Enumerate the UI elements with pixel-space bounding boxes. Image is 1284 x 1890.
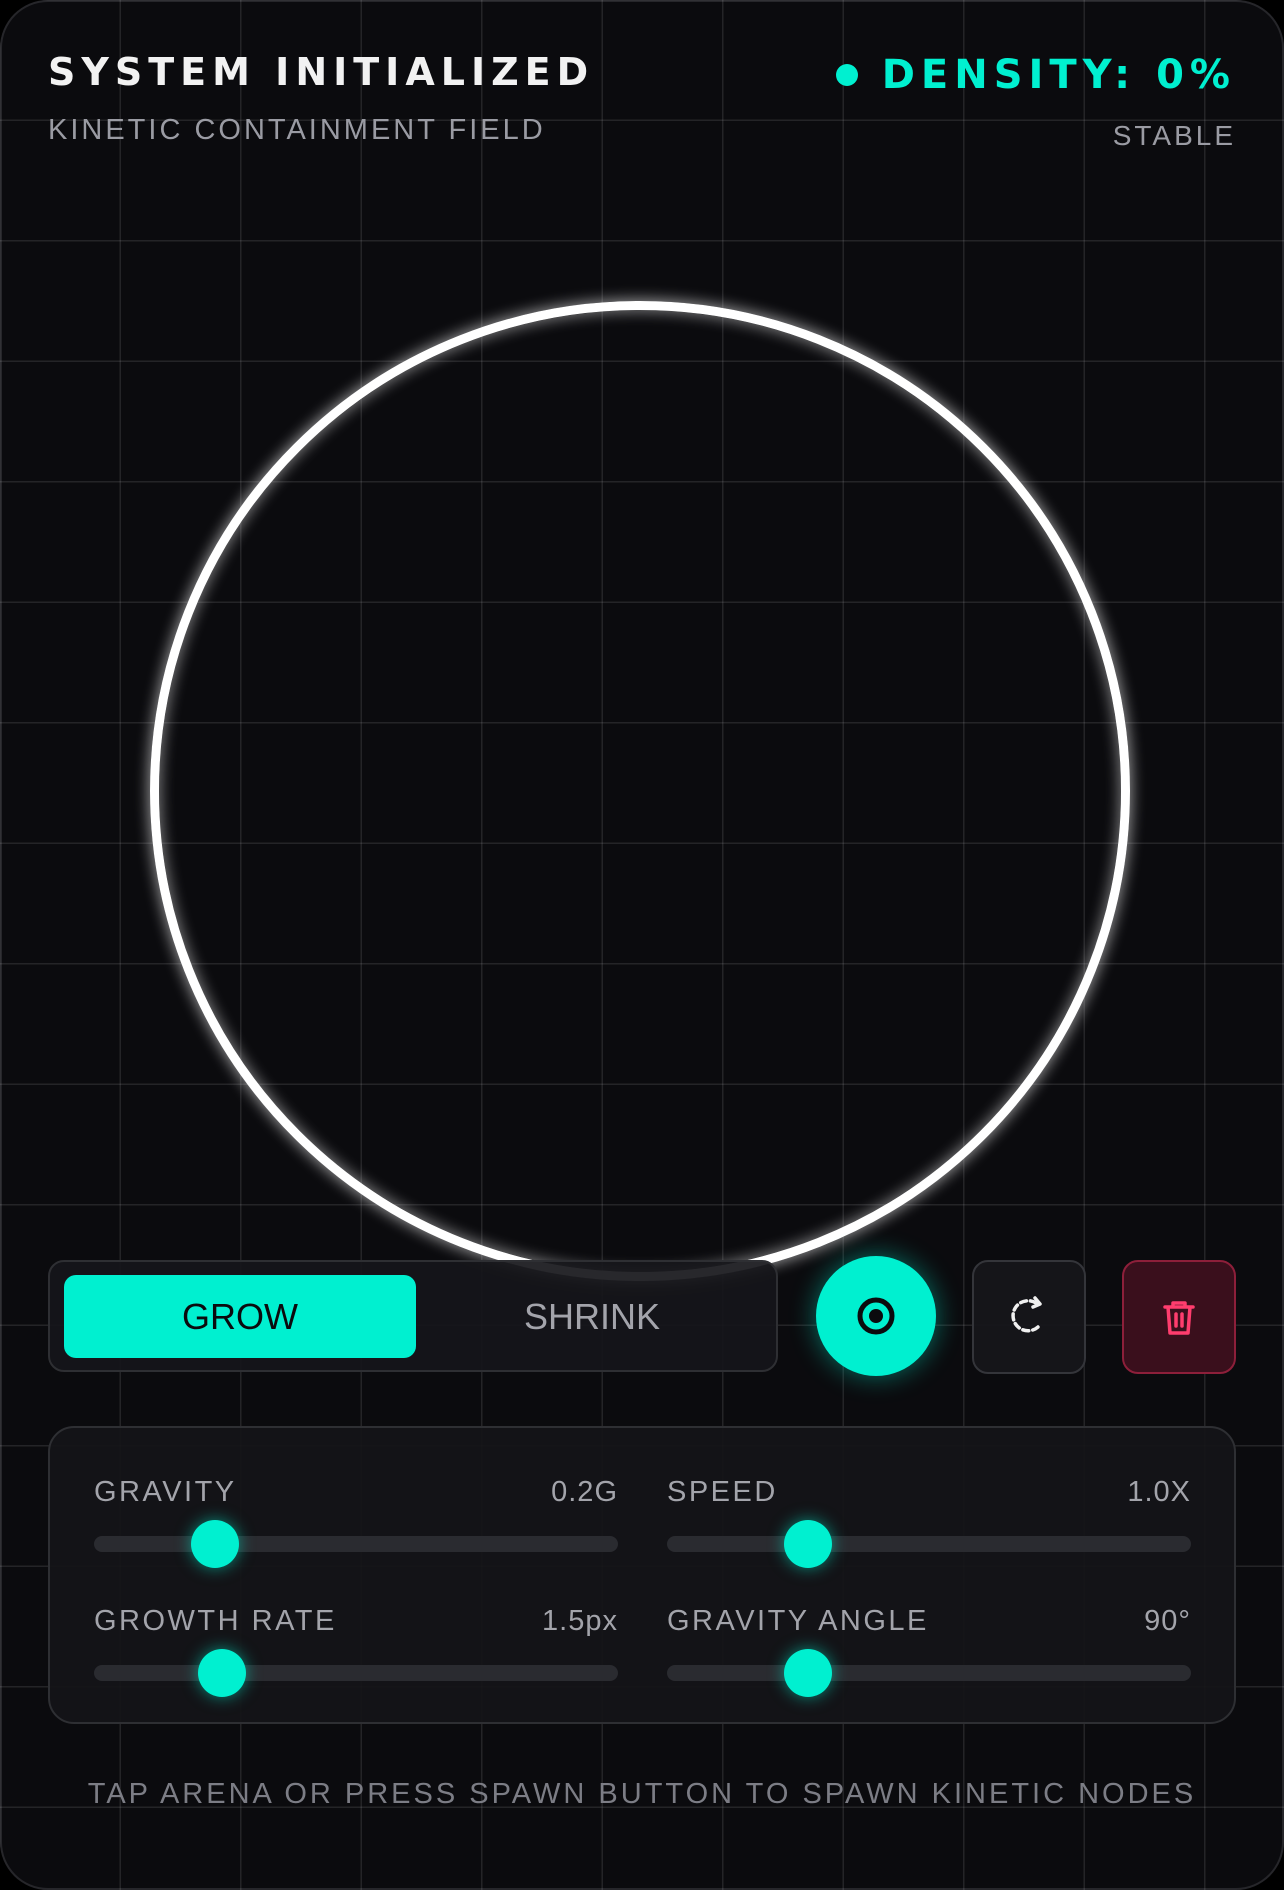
- gravity-slider: GRAVITY 0.2G: [94, 1476, 618, 1576]
- growth-rate-slider: GROWTH RATE 1.5px: [94, 1605, 618, 1705]
- spawn-button[interactable]: [816, 1256, 936, 1376]
- slider-value: 0.2G: [551, 1476, 618, 1508]
- slider-value: 90°: [1144, 1605, 1191, 1637]
- footer-hint: TAP ARENA OR PRESS SPAWN BUTTON TO SPAWN…: [87, 1778, 1197, 1810]
- slider-label: GROWTH RATE: [94, 1605, 337, 1637]
- slider-track[interactable]: [667, 1649, 1191, 1697]
- slider-label: GRAVITY: [94, 1476, 237, 1508]
- gravity-angle-slider: GRAVITY ANGLE 90°: [667, 1605, 1191, 1705]
- slider-track[interactable]: [94, 1520, 618, 1568]
- controls: GROW SHRINK GRAVITY 0.2G SPEED 1.0X GROW…: [0, 0, 1284, 1890]
- slider-label: GRAVITY ANGLE: [667, 1605, 929, 1637]
- reset-button[interactable]: [972, 1260, 1086, 1374]
- grow-button[interactable]: GROW: [64, 1275, 416, 1358]
- shrink-button[interactable]: SHRINK: [416, 1275, 768, 1358]
- slider-thumb[interactable]: [784, 1520, 833, 1568]
- slider-track[interactable]: [94, 1649, 618, 1697]
- mode-toggle: GROW SHRINK: [48, 1260, 778, 1372]
- speed-slider: SPEED 1.0X: [667, 1476, 1191, 1576]
- slider-value: 1.5px: [542, 1605, 618, 1637]
- clear-button[interactable]: [1122, 1260, 1236, 1374]
- slider-track[interactable]: [667, 1520, 1191, 1568]
- slider-thumb[interactable]: [784, 1649, 833, 1697]
- settings-panel: GRAVITY 0.2G SPEED 1.0X GROWTH RATE 1.5p…: [48, 1426, 1236, 1724]
- slider-thumb[interactable]: [198, 1649, 247, 1697]
- trash-icon: [1163, 1301, 1195, 1335]
- slider-value: 1.0X: [1127, 1476, 1191, 1508]
- slider-thumb[interactable]: [190, 1520, 239, 1568]
- target-icon: [857, 1297, 895, 1335]
- slider-label: SPEED: [667, 1476, 778, 1508]
- app-window: SYSTEM INITIALIZED KINETIC CONTAINMENT F…: [0, 0, 1284, 1890]
- reset-icon: [1011, 1296, 1042, 1333]
